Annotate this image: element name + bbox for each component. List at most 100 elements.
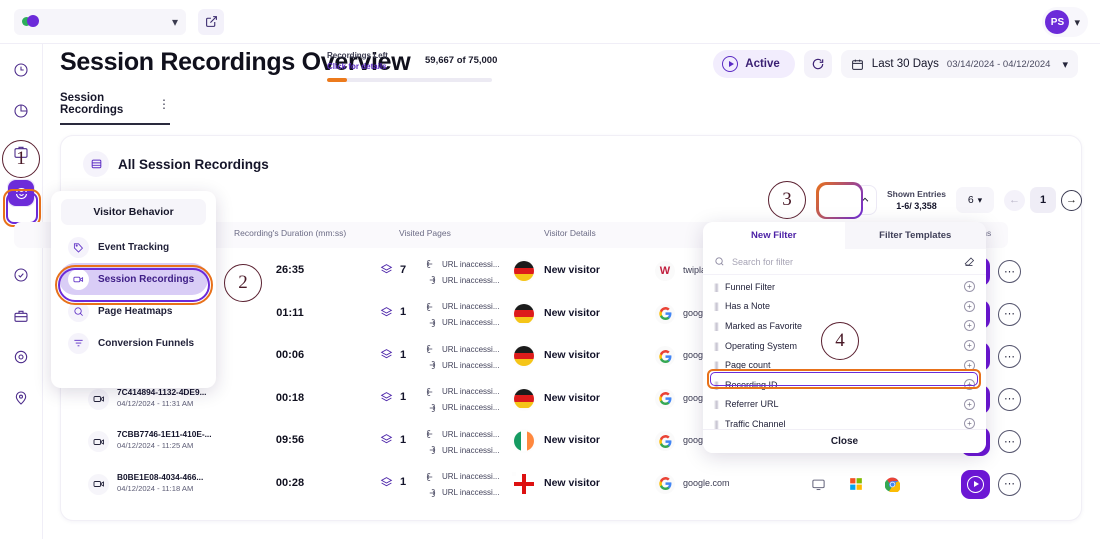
entry-url: URL inaccessi... (426, 256, 500, 272)
funnel-icon (68, 333, 89, 354)
sidebar-item-analytics[interactable] (7, 97, 35, 125)
eraser-icon (963, 256, 975, 268)
filter-panel-tabs: New Filter Filter Templates (703, 222, 986, 249)
top-bar: ▾ PS ▾ (0, 0, 1100, 44)
add-filter-icon[interactable]: + (964, 281, 975, 292)
user-menu[interactable]: PS ▾ (1042, 7, 1088, 37)
device-icons (809, 475, 902, 494)
filter-item-label: Recording ID (725, 380, 778, 390)
entries-per-page-value: 6 (968, 194, 974, 206)
drag-handle-icon[interactable]: ||| (714, 380, 718, 390)
visited-pages-count: 7 (400, 264, 406, 276)
filter-item-recording-id[interactable]: ||| Recording ID + (703, 375, 986, 395)
visitor-behavior-flyout: Visitor Behavior Event Tracking Session R… (51, 191, 216, 388)
app-root: ▾ PS ▾ (0, 0, 1100, 539)
recording-duration: 26:35 (260, 264, 320, 276)
refresh-icon (811, 57, 825, 71)
filter-item-label: Page count (725, 360, 771, 370)
visited-pages-count: 1 (400, 476, 406, 488)
next-page-button[interactable]: → (1061, 190, 1082, 211)
external-link-button[interactable] (198, 9, 224, 35)
tab-session-recordings[interactable]: Session Recordings ⋮ (60, 92, 170, 125)
entries-per-page-select[interactable]: 6 ▾ (956, 187, 994, 213)
flyout-item-label: Event Tracking (98, 242, 169, 253)
drag-handle-icon[interactable]: ||| (714, 419, 718, 429)
visited-pages: 1 (380, 433, 406, 446)
chevron-down-icon: ▾ (978, 195, 983, 206)
recording-duration: 00:06 (260, 349, 320, 361)
add-filter-icon[interactable]: + (964, 301, 975, 312)
exit-url: URL inaccessi... (426, 442, 500, 458)
quota-details-link[interactable]: Click for details (327, 61, 388, 72)
drag-handle-icon[interactable]: ||| (714, 301, 718, 311)
recording-duration: 00:18 (260, 392, 320, 404)
url-list: URL inaccessi...URL inaccessi... (426, 256, 500, 288)
filter-item-page-count[interactable]: ||| Page count + (703, 355, 986, 375)
video-camera-icon (68, 269, 89, 290)
filter-item-has-a-note[interactable]: |||Has a Note+ (703, 297, 986, 317)
flyout-title: Visitor Behavior (61, 199, 206, 225)
visitor-label: New visitor (544, 434, 600, 446)
filter-item-referrer-url[interactable]: |||Referrer URL+ (703, 395, 986, 415)
recording-date: 04/12/2024 - 11:18 AM (117, 484, 193, 493)
filter-panel: New Filter Filter Templates ||| Funnel Fi… (703, 222, 986, 453)
visitor-label: New visitor (544, 264, 600, 276)
refresh-button[interactable] (804, 50, 832, 78)
play-recording-button[interactable] (961, 470, 990, 499)
sidebar-item-campaigns[interactable] (7, 138, 35, 166)
date-range-value: 03/14/2024 - 04/12/2024 (947, 59, 1051, 70)
tab-label: Session Recordings (60, 92, 148, 116)
column-header: Recording's Duration (mm:ss) (234, 228, 346, 238)
exit-url: URL inaccessi... (426, 272, 500, 288)
filter-item-operating-system[interactable]: |||Operating System+ (703, 336, 986, 356)
url-list: URL inaccessi...URL inaccessi... (426, 469, 500, 501)
exit-url: URL inaccessi... (426, 485, 500, 501)
sidebar-item-dashboard[interactable] (7, 56, 35, 84)
add-filter-icon[interactable]: + (964, 418, 975, 429)
row-more-actions-button[interactable]: ⋯ (998, 430, 1021, 453)
row-more-actions-button[interactable]: ⋯ (998, 388, 1021, 411)
drag-handle-icon[interactable]: ||| (714, 360, 718, 370)
filter-item-marked-as-favorite[interactable]: |||Marked as Favorite+ (703, 316, 986, 336)
row-more-actions-button[interactable]: ⋯ (998, 345, 1021, 368)
add-filter-icon[interactable]: + (964, 320, 975, 331)
visited-pages: 1 (380, 306, 406, 319)
drag-handle-icon[interactable]: ||| (714, 341, 718, 351)
status-badge-active[interactable]: Active (713, 50, 795, 78)
drag-handle-icon[interactable]: ||| (714, 282, 718, 292)
date-range-picker[interactable]: Last 30 Days 03/14/2024 - 04/12/2024 ▾ (841, 50, 1078, 78)
row-more-actions-button[interactable]: ⋯ (998, 473, 1021, 496)
filter-search-input[interactable] (732, 257, 956, 267)
page-number[interactable]: 1 (1030, 187, 1056, 213)
flyout-item-session-recordings[interactable]: Session Recordings (59, 263, 208, 295)
row-more-actions-button[interactable]: ⋯ (998, 303, 1021, 326)
analytics-icon (13, 103, 29, 119)
filter-close-button[interactable]: Close (703, 429, 986, 453)
site-selector[interactable]: ▾ (14, 9, 186, 35)
flag-icon (514, 389, 534, 409)
sidebar-item-visitor-behavior[interactable] (7, 179, 35, 207)
row-more-actions-button[interactable]: ⋯ (998, 260, 1021, 283)
filter-item-label: Funnel Filter (725, 282, 775, 292)
desktop-icon (809, 475, 828, 494)
date-range-label: Last 30 Days (872, 58, 939, 70)
tab-new-filter[interactable]: New Filter (703, 222, 845, 249)
table-row[interactable]: B0BE1E08-4034-466...04/12/2024 - 11:18 A… (14, 463, 1008, 506)
prev-page-button[interactable]: ← (1004, 190, 1025, 211)
drag-handle-icon[interactable]: ||| (714, 399, 718, 409)
flyout-item-page-heatmaps[interactable]: Page Heatmaps (59, 295, 208, 327)
filter-toggle-button[interactable] (837, 185, 877, 215)
status-badge-label: Active (745, 58, 780, 70)
filter-item-funnel-filter[interactable]: ||| Funnel Filter + (703, 277, 986, 297)
drag-handle-icon[interactable]: ||| (714, 321, 718, 331)
flyout-item-conversion-funnels[interactable]: Conversion Funnels (59, 327, 208, 359)
add-filter-icon[interactable]: + (964, 399, 975, 410)
tab-filter-templates[interactable]: Filter Templates (845, 222, 987, 249)
chevron-down-icon: ▾ (172, 15, 178, 29)
add-filter-icon[interactable]: + (964, 340, 975, 351)
play-circle-icon (722, 56, 738, 72)
tab-overflow-menu-icon[interactable]: ⋮ (158, 100, 170, 108)
add-filter-icon[interactable]: + (964, 379, 975, 390)
flyout-item-event-tracking[interactable]: Event Tracking (59, 231, 208, 263)
add-filter-icon[interactable]: + (964, 360, 975, 371)
